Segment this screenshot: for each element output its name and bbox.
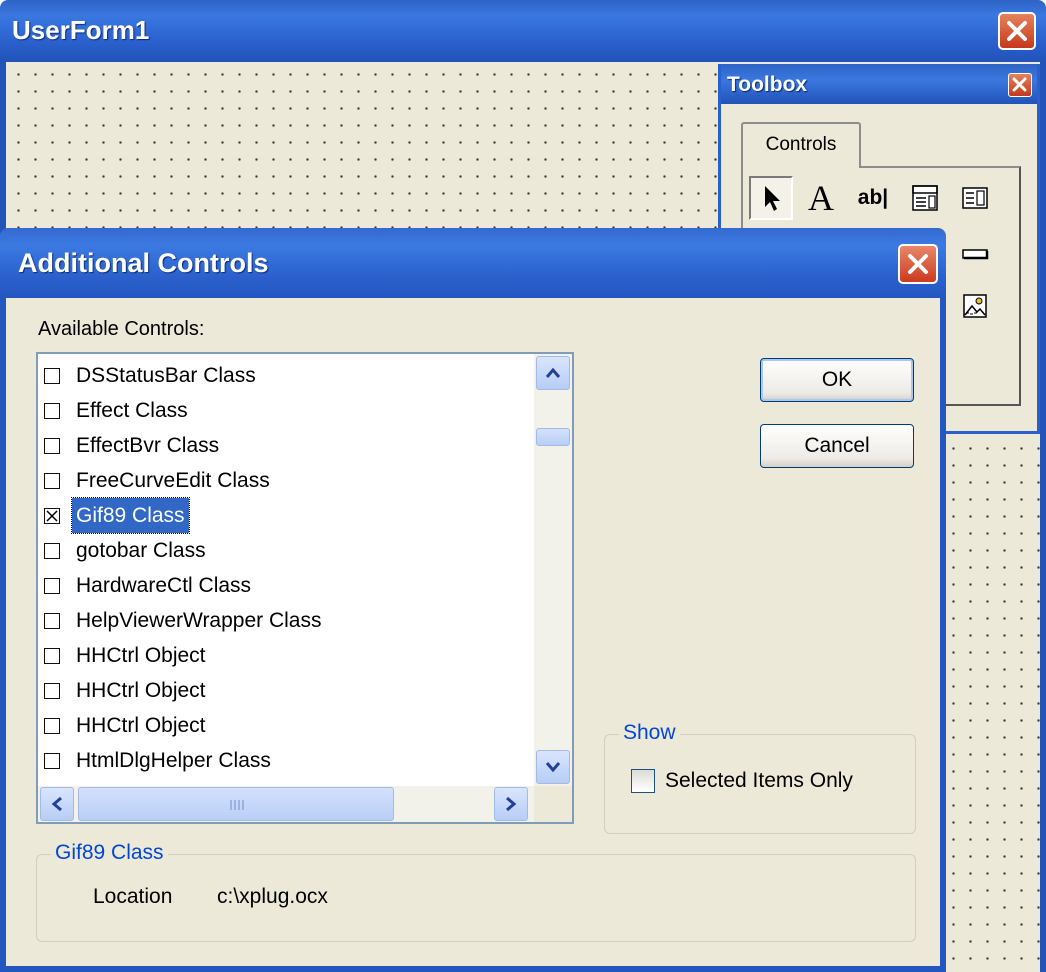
- chevron-down-icon: [545, 762, 561, 773]
- image-icon: [963, 294, 987, 318]
- list-item-label: DSStatusBar Class: [76, 364, 256, 387]
- checkbox[interactable]: [44, 368, 60, 384]
- list-item-label: HelpViewerWrapper Class: [76, 609, 322, 632]
- list-item[interactable]: gotobar Class: [38, 533, 528, 568]
- checkbox[interactable]: [44, 438, 60, 454]
- userform-title-bar[interactable]: UserForm1: [0, 0, 1046, 62]
- tool-label[interactable]: A: [799, 176, 843, 220]
- checkbox[interactable]: [44, 578, 60, 594]
- list-item[interactable]: Effect Class: [38, 393, 528, 428]
- label-icon: A: [808, 178, 834, 218]
- dialog-body: Available Controls: DSStatusBar Class Eff…: [0, 298, 946, 972]
- checkbox[interactable]: [44, 648, 60, 664]
- close-icon: [908, 254, 928, 274]
- check-x-icon: [46, 510, 58, 522]
- vertical-scroll-thumb[interactable]: [536, 428, 570, 446]
- list-item[interactable]: DSStatusBar Class: [38, 358, 528, 393]
- tool-listbox[interactable]: [953, 176, 997, 220]
- list-item[interactable]: HHCtrl Object: [38, 673, 528, 708]
- list-item[interactable]: Gif89 Class: [38, 497, 528, 534]
- scrollbar-corner: [534, 786, 572, 822]
- scroll-left-button[interactable]: [40, 787, 74, 821]
- list-item-label: gotobar Class: [76, 539, 206, 562]
- toolbox-close-button[interactable]: [1008, 73, 1032, 97]
- close-icon: [1007, 21, 1027, 41]
- list-item[interactable]: EffectBvr Class: [38, 428, 528, 463]
- dialog-title-bar[interactable]: Additional Controls: [0, 228, 946, 298]
- cancel-button[interactable]: Cancel: [760, 424, 914, 468]
- tool-select-objects[interactable]: [749, 176, 793, 220]
- selected-items-only-checkbox[interactable]: [631, 769, 655, 793]
- checked-checkbox[interactable]: [44, 508, 60, 524]
- available-controls-label: Available Controls:: [38, 318, 205, 340]
- scroll-down-button[interactable]: [536, 750, 570, 784]
- location-value: c:\xplug.ocx: [217, 885, 328, 908]
- list-item-label: HardwareCtl Class: [76, 574, 252, 597]
- listbox-icon: [962, 187, 988, 209]
- userform-title: UserForm1: [12, 15, 150, 45]
- tool-combobox[interactable]: [903, 176, 947, 220]
- location-label: Location: [93, 885, 173, 908]
- chevron-up-icon: [545, 367, 561, 378]
- checkbox[interactable]: [44, 683, 60, 699]
- combobox-icon: [912, 185, 938, 211]
- control-info-group: Gif89 Class Location c:\xplug.ocx: [36, 841, 916, 942]
- selected-items-only-label[interactable]: Selected Items Only: [665, 769, 853, 793]
- show-group-legend: Show: [619, 721, 680, 745]
- toolbox-title-bar[interactable]: Toolbox: [721, 64, 1037, 104]
- chevron-left-icon: [51, 796, 62, 812]
- chevron-right-icon: [506, 796, 517, 812]
- select-pointer-icon: [765, 186, 780, 211]
- tab-controls[interactable]: Controls: [741, 122, 861, 168]
- textbox-icon: ab|: [857, 186, 889, 209]
- vertical-scrollbar[interactable]: [534, 354, 572, 786]
- list-item-label: HtmlDlgHelper Class: [76, 749, 271, 772]
- list-item[interactable]: HtmlDlgHelper Class: [38, 743, 528, 778]
- list-item[interactable]: HardwareCtl Class: [38, 568, 528, 603]
- list-item-label: FreeCurveEdit Class: [76, 469, 270, 492]
- checkbox[interactable]: [44, 403, 60, 419]
- checkbox[interactable]: [44, 473, 60, 489]
- show-group: Show Selected Items Only: [604, 721, 916, 834]
- list-item-label: Effect Class: [76, 399, 188, 422]
- list-item-label: HHCtrl Object: [76, 644, 206, 667]
- horizontal-scrollbar[interactable]: [38, 786, 534, 822]
- list-item-label: EffectBvr Class: [76, 434, 220, 457]
- additional-controls-dialog: Additional Controls Available Controls: …: [0, 228, 946, 972]
- list-item-label: Gif89 Class: [71, 497, 190, 534]
- toolbox-title: Toolbox: [727, 73, 808, 96]
- scroll-up-button[interactable]: [536, 356, 570, 390]
- checkbox[interactable]: [44, 613, 60, 629]
- list-item-label: HHCtrl Object: [76, 679, 206, 702]
- list-item-label: HHCtrl Object: [76, 714, 206, 737]
- list-item[interactable]: FreeCurveEdit Class: [38, 463, 528, 498]
- checkbox[interactable]: [44, 718, 60, 734]
- checkbox[interactable]: [44, 543, 60, 559]
- dialog-title: Additional Controls: [18, 248, 269, 278]
- userform-close-button[interactable]: [998, 12, 1036, 50]
- checkbox[interactable]: [44, 753, 60, 769]
- scroll-right-button[interactable]: [494, 787, 528, 821]
- list-item[interactable]: HelpViewerWrapper Class: [38, 603, 528, 638]
- tool-textbox[interactable]: ab|: [851, 176, 895, 220]
- list-item[interactable]: HHCtrl Object: [38, 708, 528, 743]
- available-controls-list[interactable]: DSStatusBar Class Effect Class EffectBvr C…: [36, 352, 574, 824]
- horizontal-scroll-thumb[interactable]: [78, 787, 394, 821]
- tool-command-button[interactable]: [953, 232, 997, 276]
- ok-button[interactable]: OK: [760, 358, 914, 402]
- grip-icon: [230, 800, 244, 810]
- close-icon: [1012, 77, 1027, 92]
- command-button-icon: [962, 249, 989, 260]
- control-info-legend: Gif89 Class: [51, 841, 168, 865]
- list-item[interactable]: HHCtrl Object: [38, 638, 528, 673]
- dialog-close-button[interactable]: [898, 244, 938, 284]
- tool-image[interactable]: [953, 284, 997, 328]
